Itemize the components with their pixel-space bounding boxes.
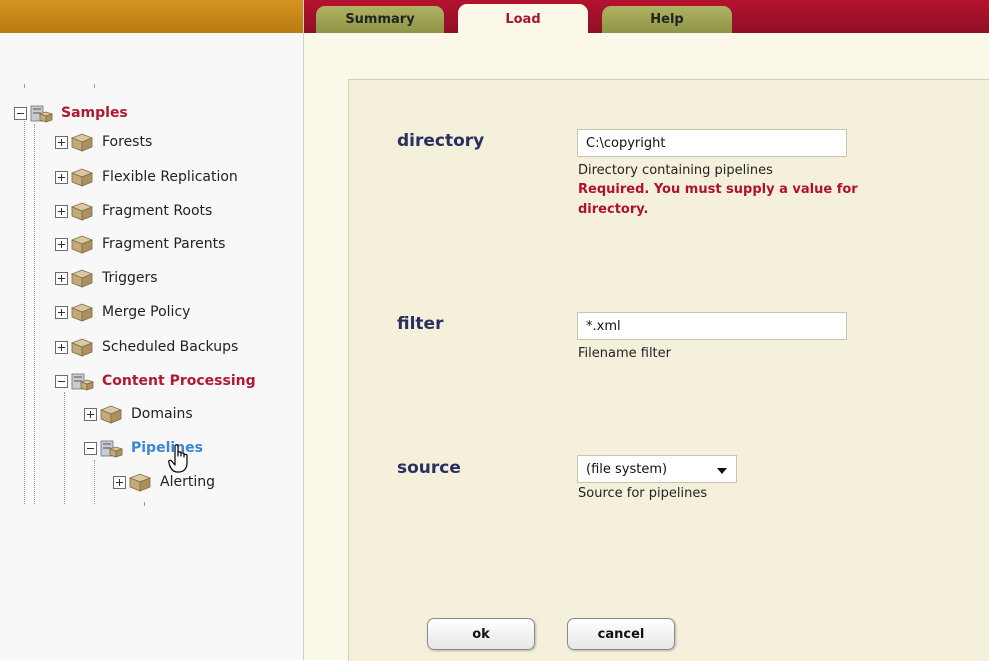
box-icon — [70, 167, 94, 187]
tree-item-fragment-parents[interactable]: Fragment Parents — [55, 232, 225, 256]
ok-button[interactable]: ok — [427, 618, 535, 650]
tree-tick — [144, 502, 145, 506]
tab-summary[interactable]: Summary — [316, 6, 444, 33]
expand-icon[interactable] — [55, 170, 68, 184]
tree-item-label: Flexible Replication — [102, 169, 238, 185]
source-select-value: (file system) — [586, 461, 668, 477]
main-pane: Summary Load Help directory Directory co… — [304, 0, 989, 661]
tree-guide-line — [34, 124, 35, 504]
source-select[interactable]: (file system) — [577, 455, 737, 483]
directory-error-text: Required. You must supply a value for di… — [578, 182, 858, 217]
box-icon — [70, 268, 94, 288]
box-icon — [99, 404, 123, 424]
tree-item-alerting[interactable]: Alerting — [113, 470, 215, 494]
box-icon — [70, 302, 94, 322]
tree-item-forests[interactable]: Forests — [55, 130, 152, 154]
box-icon — [128, 472, 152, 492]
tree-item-fragment-roots[interactable]: Fragment Roots — [55, 199, 212, 223]
collapse-icon[interactable] — [84, 441, 97, 455]
tab-help[interactable]: Help — [602, 6, 732, 33]
tab-load[interactable]: Load — [458, 4, 588, 34]
tree-tick — [24, 84, 25, 88]
box-icon — [70, 132, 94, 152]
filter-help-text: Filename filter — [578, 346, 671, 361]
filter-label: filter — [397, 314, 444, 334]
tree-item-merge-policy[interactable]: Merge Policy — [55, 300, 190, 324]
cancel-button[interactable]: cancel — [567, 618, 675, 650]
tree-tick — [94, 84, 95, 88]
filter-input[interactable] — [577, 312, 847, 340]
tree-item-label: Domains — [131, 406, 193, 422]
tree-item-label: Samples — [61, 105, 128, 121]
tree-item-scheduled-backups[interactable]: Scheduled Backups — [55, 335, 238, 359]
directory-help-text: Directory containing pipelines — [578, 163, 773, 178]
database-folder-icon — [70, 371, 94, 391]
expand-icon[interactable] — [55, 305, 68, 319]
source-help-text: Source for pipelines — [578, 486, 708, 501]
tree-item-domains[interactable]: Domains — [84, 402, 193, 426]
directory-label: directory — [397, 131, 485, 151]
tree-item-label: Scheduled Backups — [102, 339, 239, 355]
expand-icon[interactable] — [113, 475, 126, 489]
dropdown-arrow-icon[interactable] — [717, 468, 727, 474]
directory-input[interactable] — [577, 129, 847, 157]
box-icon — [70, 337, 94, 357]
tree-guide-line — [64, 392, 65, 504]
tree-item-label: Fragment Parents — [102, 236, 226, 252]
tree-item-label: Fragment Roots — [102, 203, 213, 219]
collapse-icon[interactable] — [55, 374, 68, 388]
tree-item-label: Content Processing — [102, 373, 256, 389]
collapse-icon[interactable] — [14, 106, 27, 120]
expand-icon[interactable] — [55, 135, 68, 149]
tree-item-samples[interactable]: Samples — [14, 101, 128, 125]
tree-guide-line — [94, 460, 95, 504]
tree-item-label: Triggers — [102, 270, 158, 286]
tree-item-flexible-replication[interactable]: Flexible Replication — [55, 165, 238, 189]
tree-pane: Samples Forests Flexible Replication Fra… — [0, 0, 304, 660]
load-form-panel: directory Directory containing pipelines… — [348, 79, 989, 661]
expand-icon[interactable] — [55, 237, 68, 251]
expand-icon[interactable] — [55, 271, 68, 285]
database-folder-icon — [99, 438, 123, 458]
box-icon — [70, 234, 94, 254]
tree-item-content-processing[interactable]: Content Processing — [55, 369, 256, 393]
tree-item-label: Merge Policy — [102, 304, 191, 320]
tree-item-label: Forests — [102, 134, 153, 150]
hand-cursor-icon — [168, 444, 188, 473]
tree-item-label: Alerting — [160, 474, 215, 490]
source-label: source — [397, 458, 461, 478]
database-folder-icon — [29, 103, 53, 123]
expand-icon[interactable] — [55, 204, 68, 218]
left-header-bar — [0, 0, 303, 33]
expand-icon[interactable] — [55, 340, 68, 354]
tree-item-triggers[interactable]: Triggers — [55, 266, 158, 290]
expand-icon[interactable] — [84, 407, 97, 421]
box-icon — [70, 201, 94, 221]
tree-guide-line — [24, 114, 25, 504]
